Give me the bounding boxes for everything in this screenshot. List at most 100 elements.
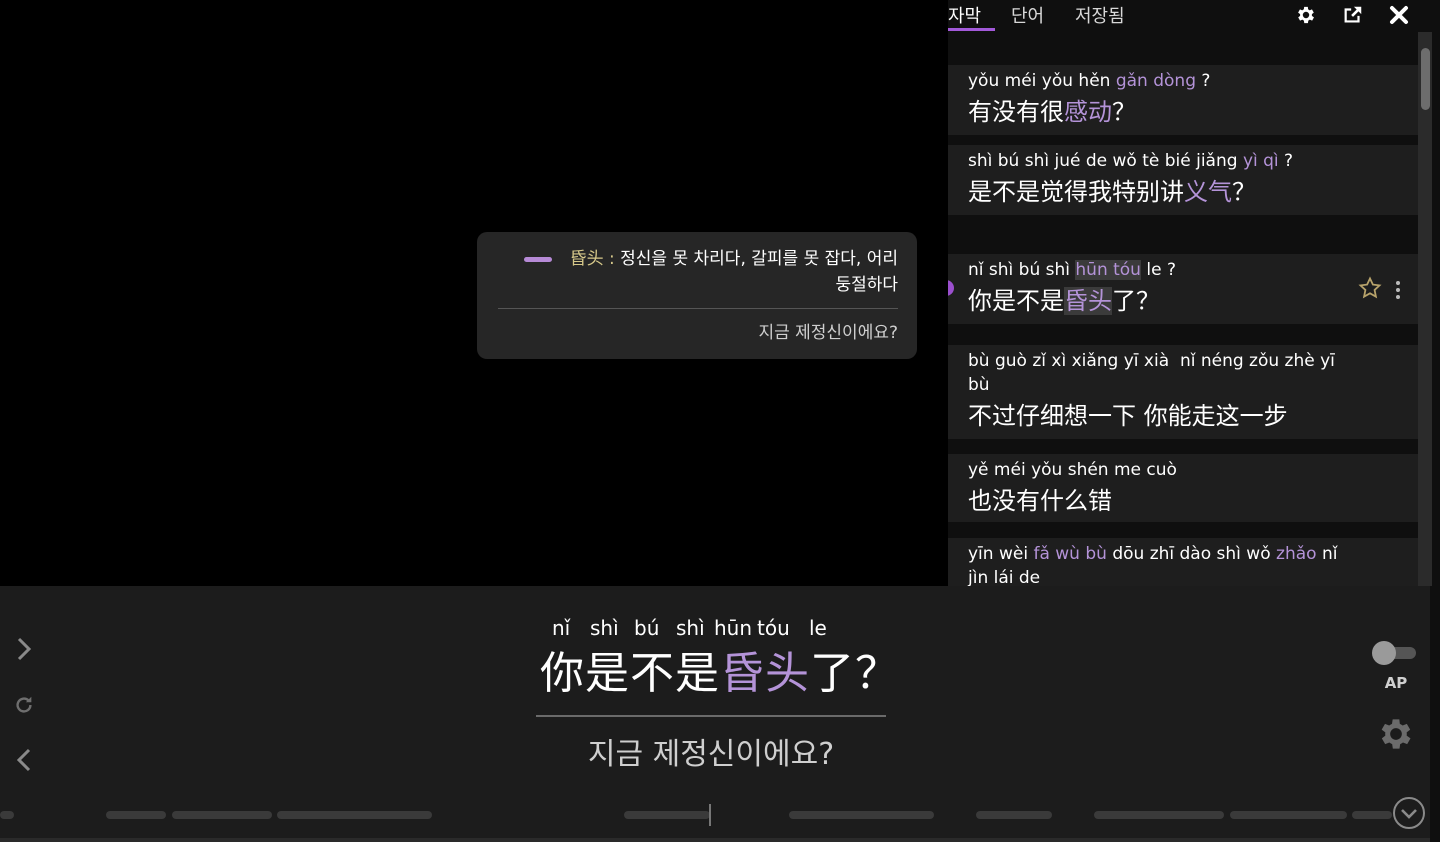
- current-translation: 지금 제정신이에요?: [587, 737, 835, 772]
- popup-translation: 지금 제정신이에요?: [758, 323, 898, 343]
- share-icon[interactable]: [1339, 1, 1367, 29]
- card-pinyin: shì bú shì jué de wǒ tè bié jiǎng yì qì …: [968, 149, 1338, 173]
- hanzi-text: 你是不是: [540, 648, 720, 699]
- card-pinyin-text: yǒu méi yǒu hěn: [968, 71, 1116, 91]
- popup-separator: :: [603, 249, 621, 269]
- star-icon[interactable]: [1358, 276, 1384, 302]
- card-pinyin-text: yě méi yǒu shén me cuò: [968, 460, 1177, 480]
- timeline-segment[interactable]: [1352, 811, 1392, 819]
- timeline-segment[interactable]: [172, 811, 272, 819]
- card-hanzi-text: 是不是觉得我特别讲: [968, 178, 1184, 206]
- card-pinyin-text: ?: [1196, 71, 1211, 91]
- card-pinyin: nǐ shì bú shì hūn tóu le ?: [968, 258, 1338, 282]
- tab-saved[interactable]: 저장됨: [1075, 2, 1125, 28]
- active-tab-indicator: [948, 28, 995, 31]
- timeline-cursor: [709, 804, 711, 826]
- auto-pause-toggle[interactable]: [1372, 641, 1416, 665]
- card-hanzi-text: 了？: [1112, 287, 1160, 315]
- card-pinyin: yě méi yǒu shén me cuò: [968, 458, 1338, 482]
- card-hanzi-text: ？: [1232, 178, 1256, 206]
- timeline-segment[interactable]: [277, 811, 432, 819]
- panel-scrollbar-thumb[interactable]: [1421, 48, 1430, 110]
- card-pinyin-highlight[interactable]: zhǎo: [1276, 544, 1317, 564]
- card-hanzi: 也没有什么错: [968, 484, 1398, 518]
- gear-icon[interactable]: [1292, 1, 1320, 29]
- subtitle-card[interactable]: bù guò zǐ xì xiǎng yī xià nǐ néng zǒu zh…: [948, 345, 1418, 439]
- chevron-right-icon[interactable]: [9, 634, 39, 664]
- subtitle-panel: 怎么样？yǒu méi yǒu hěn gǎn dòng ?有没有很感动？shì…: [948, 0, 1440, 586]
- card-pinyin-highlight[interactable]: hūn tóu: [1075, 260, 1141, 280]
- card-hanzi: 有没有很感动？: [968, 95, 1398, 129]
- player-right-edge: [1430, 586, 1440, 842]
- popup-color-bar: [524, 257, 552, 262]
- card-hanzi-text: 也没有什么错: [968, 487, 1112, 515]
- toggle-knob: [1372, 641, 1396, 665]
- card-pinyin-text: ?: [1278, 151, 1294, 171]
- current-line-marker: [948, 280, 954, 296]
- card-pinyin-text: le ?: [1140, 260, 1176, 280]
- gear-icon[interactable]: [1376, 714, 1416, 754]
- tab-subtitles[interactable]: 자막: [948, 2, 981, 28]
- card-hanzi-text: 不过仔细想一下 你能走这一步: [968, 402, 1288, 430]
- panel-tabs: 자막 단어 저장됨: [948, 0, 1432, 32]
- timeline-segment[interactable]: [1230, 811, 1347, 819]
- card-pinyin-highlight[interactable]: fǎ wù bù: [1033, 544, 1106, 564]
- card-hanzi-highlight[interactable]: 义气: [1184, 178, 1232, 206]
- card-hanzi-highlight[interactable]: 昏头: [1064, 287, 1112, 315]
- pinyin-syllable-highlight[interactable]: tóu: [757, 616, 790, 640]
- popup-divider: [498, 308, 898, 309]
- pinyin-syllable-highlight[interactable]: hūn: [714, 616, 752, 640]
- subtitle-card[interactable]: shì bú shì jué de wǒ tè bié jiǎng yì qì …: [948, 145, 1418, 215]
- card-pinyin-text: dōu zhī dào shì wǒ: [1106, 544, 1277, 564]
- auto-pause-label: AP: [1384, 674, 1408, 692]
- card-pinyin-highlight[interactable]: gǎn dòng: [1116, 71, 1196, 91]
- timeline-segment[interactable]: [789, 811, 934, 819]
- refresh-icon[interactable]: [9, 690, 39, 720]
- card-pinyin-text: yīn wèi: [968, 544, 1034, 564]
- card-pinyin: bù guò zǐ xì xiǎng yī xià nǐ néng zǒu zh…: [968, 349, 1338, 397]
- card-pinyin: yǒu méi yǒu hěn gǎn dòng ?: [968, 69, 1338, 93]
- chevron-left-icon[interactable]: [9, 745, 39, 775]
- timeline-segment[interactable]: [624, 811, 710, 819]
- more-options-icon[interactable]: [1394, 280, 1402, 300]
- bottom-edge: [0, 838, 1430, 842]
- card-pinyin-text: bù guò zǐ xì xiǎng yī xià nǐ néng zǒu zh…: [968, 351, 1341, 395]
- timeline-segment[interactable]: [106, 811, 166, 819]
- video-area[interactable]: 昏头 : 정신을 못 차리다, 갈피를 못 잡다, 어리둥절하다 지금 제정신이…: [0, 0, 948, 586]
- timeline-segment[interactable]: [0, 811, 14, 819]
- card-hanzi-highlight[interactable]: 感动: [1064, 98, 1112, 126]
- pinyin-syllable: bú: [634, 616, 660, 640]
- card-hanzi: 是不是觉得我特别讲义气？: [968, 175, 1398, 209]
- subtitle-card[interactable]: yě méi yǒu shén me cuò 也没有什么错: [948, 454, 1418, 522]
- card-hanzi-text: 有没有很: [968, 98, 1064, 126]
- pinyin-syllable: shì: [590, 616, 619, 640]
- word-definition-popup: 昏头 : 정신을 못 차리다, 갈피를 못 잡다, 어리둥절하다 지금 제정신이…: [477, 232, 917, 359]
- tab-words[interactable]: 단어: [1011, 2, 1044, 28]
- pinyin-syllable: shì: [676, 616, 705, 640]
- subtitle-player: nǐ shì bú shì hūn tóu le 你是不是昏头了？ 지금 제정신이에요? A…: [0, 586, 1430, 842]
- card-pinyin-text: nǐ shì bú shì: [968, 260, 1076, 280]
- popup-word: 昏头: [569, 249, 604, 269]
- timeline-segment[interactable]: [976, 811, 1052, 819]
- chevron-down-icon[interactable]: [1392, 796, 1426, 830]
- card-hanzi-text: ？: [1112, 98, 1136, 126]
- current-hanzi[interactable]: 你是不是昏头了？: [540, 646, 900, 702]
- pinyin-syllable: nǐ: [552, 616, 571, 640]
- subtitle-card[interactable]: yīn wèi fǎ wù bù dōu zhī dào shì wǒ zhǎo…: [948, 538, 1418, 586]
- subtitle-card[interactable]: yǒu méi yǒu hěn gǎn dòng ? 有没有很感动？: [948, 65, 1418, 135]
- card-pinyin-highlight[interactable]: yì qì: [1243, 151, 1279, 171]
- subtitle-card-current[interactable]: nǐ shì bú shì hūn tóu le ? 你是不是昏头了？: [948, 254, 1418, 324]
- hanzi-text: 了？: [810, 648, 900, 699]
- subtitle-divider: [536, 715, 886, 717]
- card-hanzi: 不过仔细想一下 你能走这一步: [968, 399, 1398, 433]
- popup-definition-text: 정신을 못 차리다, 갈피를 못 잡다, 어리둥절하다: [620, 249, 898, 295]
- card-hanzi: 你是不是昏头了？: [968, 284, 1398, 318]
- popup-definition: 昏头 : 정신을 못 차리다, 갈피를 못 잡다, 어리둥절하다: [568, 246, 898, 298]
- card-hanzi-text: 你是不是: [968, 287, 1064, 315]
- hanzi-highlight[interactable]: 昏头: [720, 648, 810, 699]
- close-icon[interactable]: [1385, 1, 1413, 29]
- panel-scrollbar[interactable]: [1418, 32, 1432, 586]
- card-pinyin: yīn wèi fǎ wù bù dōu zhī dào shì wǒ zhǎo…: [968, 542, 1338, 586]
- timeline-segment[interactable]: [1094, 811, 1224, 819]
- card-pinyin-text: shì bú shì jué de wǒ tè bié jiǎng: [968, 151, 1243, 171]
